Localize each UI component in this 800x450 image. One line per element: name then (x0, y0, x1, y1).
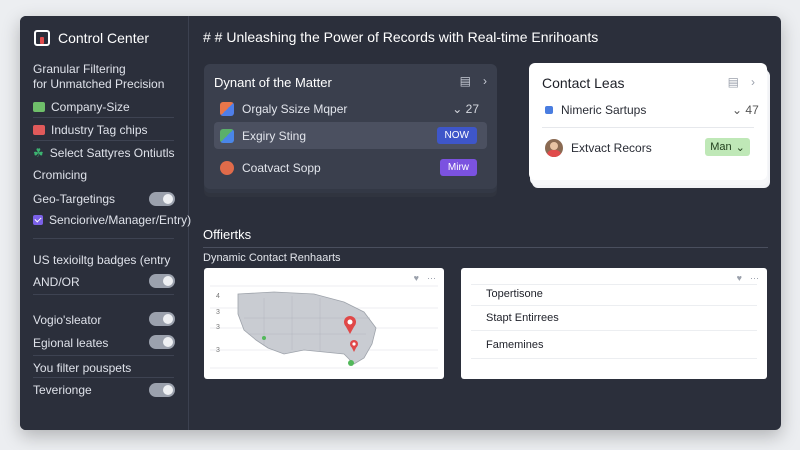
records-list-card: ♥ ⋯ Topertisone Stapt Entirrees Famemine… (461, 268, 767, 379)
cromicing-label: Cromicing (33, 168, 88, 182)
vogio-toggle[interactable] (149, 312, 175, 326)
andor-label: AND/OR (33, 275, 80, 289)
egional-label: Egional leates (33, 336, 109, 350)
seniority-checkbox[interactable] (33, 215, 43, 225)
vogio-label: Vogio'sleator (33, 313, 102, 327)
list-item[interactable]: Coatvact Sopp Mirw (214, 154, 487, 181)
contact-leads-card: Contact Leas ▤ › Nimeric Sartups ⌄ 47 Ex… (529, 63, 767, 180)
map-card: ♥ ⋯ 4 3 3 3 (204, 268, 444, 379)
more-icon[interactable]: ⋯ (750, 273, 759, 284)
sidebar: Control Center Granular Filtering for Un… (20, 16, 191, 430)
list-item-label: Nimeric Sartups (561, 103, 647, 117)
list-item-value: ⌄ 27 (452, 101, 479, 116)
expiry-icon (220, 128, 234, 143)
list-item-label: Orgaly Ssize Mqper (242, 101, 348, 116)
list-item[interactable]: Famemines (486, 339, 543, 351)
filter-select-sattyres-label: Select Sattyres Ontiutls (49, 146, 175, 160)
avatar (545, 139, 563, 157)
badges-label: US texioiltg badges (entry (33, 253, 171, 267)
divider (471, 330, 757, 331)
industry-tag-icon (33, 125, 45, 135)
divider (33, 355, 174, 356)
list-item[interactable]: Topertisone (486, 288, 543, 300)
geo-targeting-toggle[interactable] (149, 192, 175, 206)
list-item-label: Extvact Recors (571, 141, 652, 155)
seniority-filter[interactable]: Senciorive/Manager/Entry) (33, 213, 191, 227)
chevron-right-icon[interactable]: › (483, 74, 487, 88)
us-map-shape (237, 291, 377, 365)
dropdown-label: Man (710, 141, 732, 153)
cluster-icon: ☘ (33, 146, 44, 160)
divider (471, 305, 757, 306)
filter-company-size[interactable]: Company-Size (33, 100, 130, 114)
sidebar-intro-line2: for Unmatched Precision (33, 77, 165, 91)
y-tick: 3 (216, 324, 220, 331)
list-item-selected[interactable]: Exgiry Sting NOW (214, 122, 487, 149)
y-tick: 3 (216, 347, 220, 354)
divider (33, 117, 174, 118)
contact-icon (220, 160, 234, 175)
page-title: # # Unleashing the Power of Records with… (203, 29, 599, 45)
inbox-icon[interactable]: ▤ (460, 74, 471, 88)
filter-industry-tags[interactable]: Industry Tag chips (33, 123, 148, 137)
egional-toggle[interactable] (149, 335, 175, 349)
brand[interactable]: Control Center (34, 30, 149, 46)
dynant-card-title: Dynant of the Matter (214, 75, 332, 90)
list-item[interactable]: Stapt Entirrees (486, 312, 559, 324)
filter-select-sattyres[interactable]: ☘ Select Sattyres Ontiutls (33, 146, 174, 160)
teverionge-label: Teverionge (33, 383, 92, 397)
map-marker-icon (262, 336, 266, 340)
divider (33, 377, 174, 378)
divider (471, 284, 757, 285)
heart-icon[interactable]: ♥ (737, 273, 742, 284)
divider (471, 358, 757, 359)
dynant-card: Dynant of the Matter ▤ › Orgaly Ssize Mq… (204, 64, 497, 189)
heart-icon[interactable]: ♥ (414, 273, 419, 284)
y-tick: 3 (216, 309, 220, 316)
list-item-label: Exgiry Sting (242, 128, 307, 143)
startup-icon (545, 106, 553, 114)
list-item[interactable]: Nimeric Sartups ⌄ 47 (545, 103, 759, 117)
geo-targeting-label: Geo-Targetings (33, 192, 116, 206)
filter-company-size-label: Company-Size (51, 100, 130, 114)
list-item-label: Coatvact Sopp (242, 160, 321, 175)
us-map[interactable]: 4 3 3 3 (204, 268, 444, 379)
andor-toggle[interactable] (149, 274, 175, 288)
now-badge[interactable]: NOW (436, 127, 477, 144)
divider (33, 140, 174, 141)
logo-icon (34, 30, 50, 46)
divider (33, 294, 174, 295)
filter-industry-tags-label: Industry Tag chips (51, 123, 148, 137)
chevron-right-icon[interactable]: › (751, 75, 755, 89)
mirw-badge[interactable]: Mirw (439, 159, 477, 176)
man-dropdown[interactable]: Man ⌄ (705, 138, 750, 156)
chevron-down-icon: ⌄ (735, 141, 745, 154)
filter-prospects-label: You filter pouspets (33, 361, 132, 375)
more-icon[interactable]: ⋯ (427, 273, 436, 284)
divider (33, 238, 174, 239)
map-marker-icon (348, 360, 354, 366)
list-item-value: ⌄ 47 (732, 103, 759, 117)
company-size-icon (33, 102, 45, 112)
y-tick: 4 (216, 293, 220, 300)
sidebar-intro-line1: Granular Filtering (33, 62, 126, 76)
divider (542, 127, 754, 128)
inbox-icon[interactable]: ▤ (728, 75, 739, 89)
section-title: Offiertks (203, 227, 252, 242)
org-size-icon (220, 101, 234, 116)
section-subtitle: Dynamic Contact Renhaarts (203, 252, 341, 264)
seniority-label: Senciorive/Manager/Entry) (49, 213, 192, 227)
section-divider (203, 247, 768, 248)
list-item[interactable]: Orgaly Ssize Mqper ⌄ 27 (214, 95, 487, 122)
teverionge-toggle[interactable] (149, 383, 175, 397)
app-window: Control Center Granular Filtering for Un… (20, 16, 781, 430)
list-item[interactable]: Extvact Recors (545, 139, 652, 157)
contact-leads-title: Contact Leas (542, 75, 625, 91)
app-title: Control Center (58, 30, 150, 46)
